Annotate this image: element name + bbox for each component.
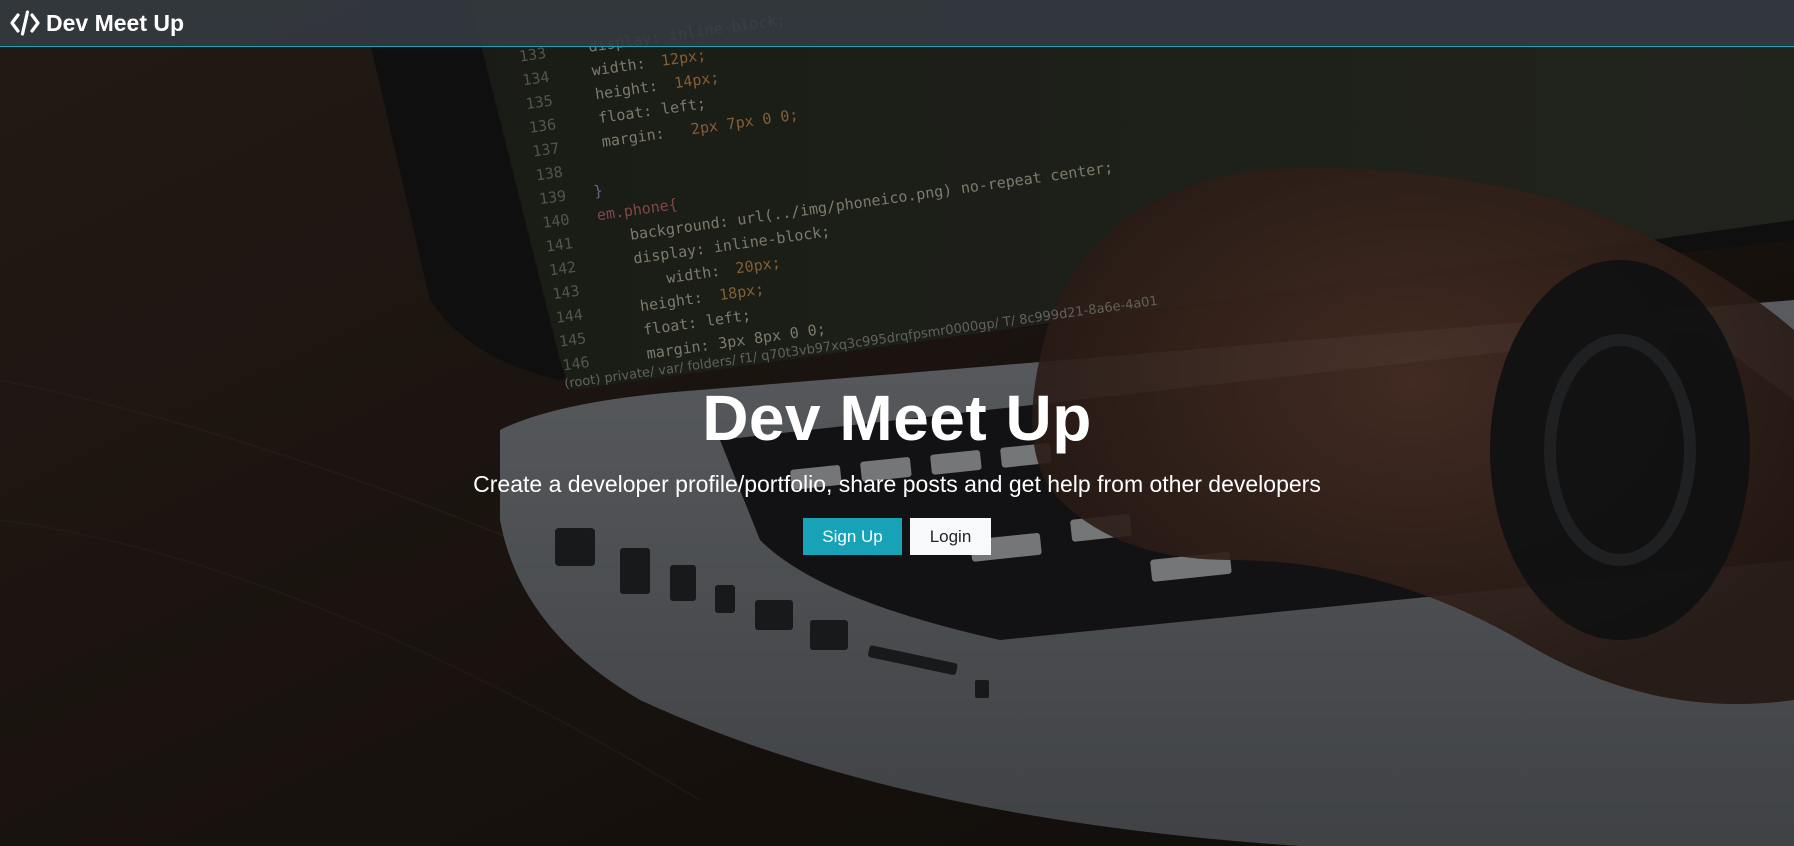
code-icon <box>10 10 40 36</box>
sign-up-button[interactable]: Sign Up <box>803 518 902 555</box>
login-button[interactable]: Login <box>910 518 991 555</box>
page: 133display: inline-block; 134width: 12px… <box>0 0 1794 846</box>
navbar: Dev Meet Up <box>0 0 1794 47</box>
hero-lead-text: Create a developer profile/portfolio, sh… <box>473 471 1321 497</box>
navbar-brand-link[interactable]: Dev Meet Up <box>10 10 184 37</box>
hero-title: Dev Meet Up <box>702 382 1092 454</box>
hero-button-group: Sign Up Login <box>0 518 1794 555</box>
navbar-brand-label: Dev Meet Up <box>46 9 185 36</box>
landing-hero: Dev Meet Up Create a developer profile/p… <box>0 380 1794 555</box>
